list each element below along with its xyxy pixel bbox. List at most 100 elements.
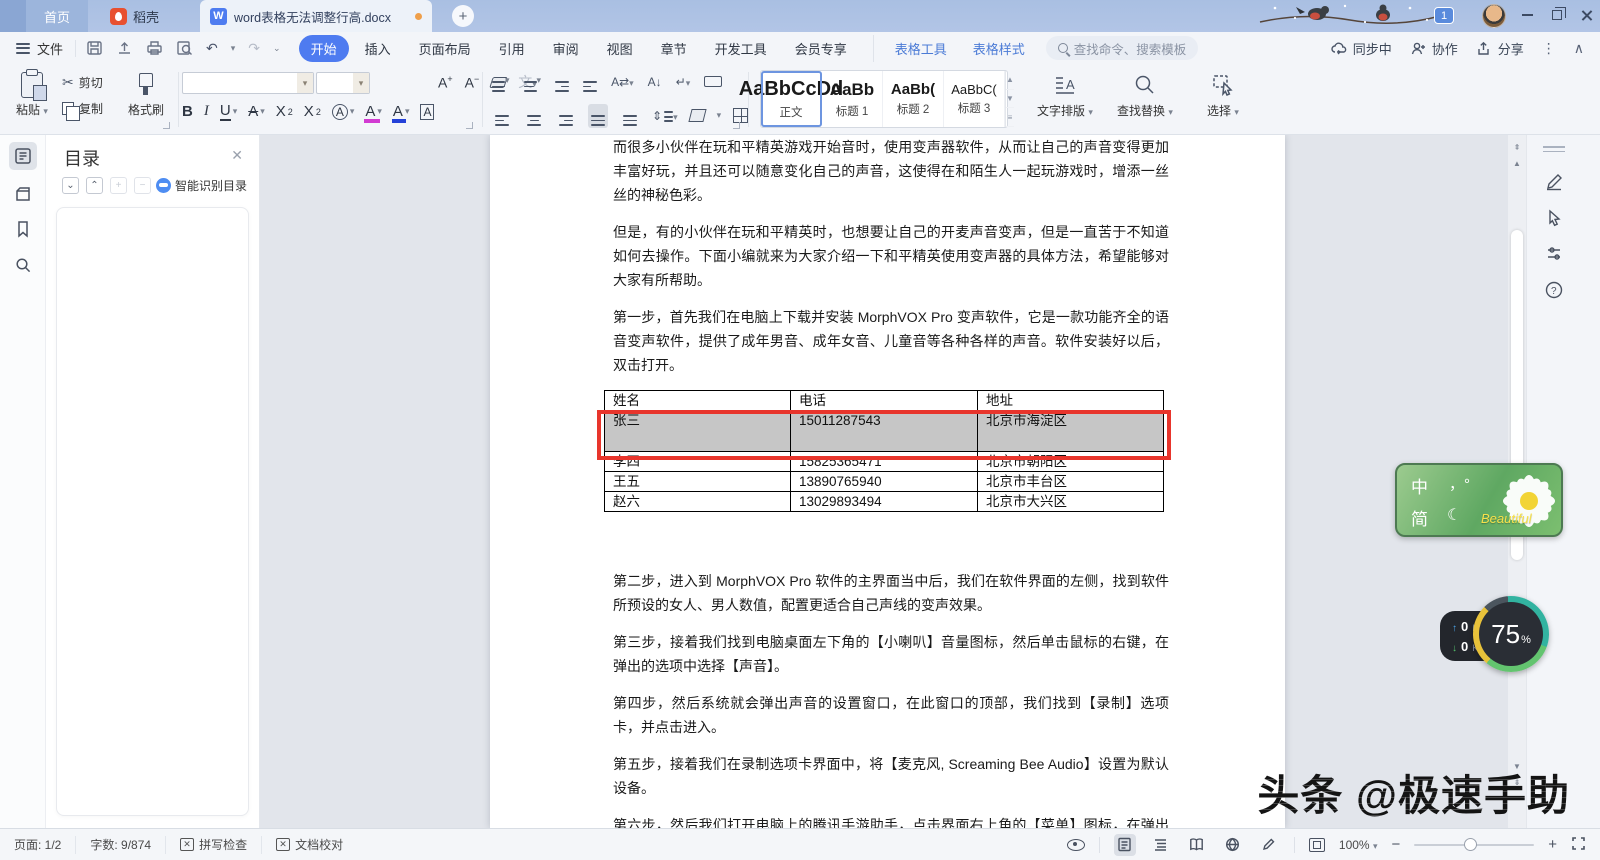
- table-cell[interactable]: 13029893494: [790, 491, 978, 512]
- undo-dropdown[interactable]: ▾: [231, 43, 236, 54]
- redo-button[interactable]: ↷: [248, 40, 260, 57]
- italic-button[interactable]: I: [204, 103, 209, 120]
- toc-close-button[interactable]: ✕: [231, 147, 243, 164]
- doc-paragraph[interactable]: 第四步，然后系统就会弹出声音的设置窗口，在此窗口的顶部，我们找到【录制】选项卡，…: [613, 691, 1169, 739]
- table-header-cell[interactable]: 地址: [977, 390, 1164, 411]
- bookmark-button[interactable]: [9, 215, 37, 243]
- tab-document[interactable]: W word表格无法调整行高.docx: [200, 0, 432, 32]
- tab-docer[interactable]: 稻壳: [110, 0, 159, 32]
- grow-font-button[interactable]: A+: [438, 74, 453, 91]
- ime-charset-mode[interactable]: 简: [1411, 505, 1428, 530]
- bold-button[interactable]: B: [182, 103, 193, 120]
- page-setup-button[interactable]: [704, 76, 723, 88]
- rail-drag-handle[interactable]: [1543, 143, 1565, 155]
- doc-paragraph[interactable]: 第五步，接着我们在录制选项卡界面中，将【麦克风, Screaming Bee A…: [613, 752, 1169, 800]
- export-button[interactable]: [116, 40, 133, 56]
- sort-button[interactable]: A↓: [648, 75, 662, 89]
- style-gallery-scroll[interactable]: ▲ ▼ ≡: [1005, 71, 1014, 128]
- toc-zoomin-button[interactable]: +: [110, 177, 127, 194]
- style-item[interactable]: AaBb 标题 1: [822, 71, 883, 127]
- doc-paragraph[interactable]: 第三步，接着我们找到电脑桌面左下角的【小喇叭】音量图标，然后单击鼠标的右键，在弹…: [613, 630, 1169, 678]
- file-menu-button[interactable]: 文件: [0, 39, 75, 58]
- context-tab[interactable]: 表格样式: [962, 35, 1036, 62]
- asian-layout-button[interactable]: A⇄▾: [611, 75, 634, 89]
- qat-customize-button[interactable]: ⌄: [273, 43, 281, 54]
- font-color-button[interactable]: A ▾: [391, 103, 409, 123]
- highlight-color-button[interactable]: A ▾: [364, 103, 382, 123]
- command-search-box[interactable]: 查找命令、搜索模板: [1045, 36, 1199, 60]
- superscript-button[interactable]: X2: [276, 103, 293, 120]
- bullet-list-button[interactable]: ▾: [492, 72, 510, 92]
- toc-list-empty[interactable]: [56, 207, 249, 816]
- document-area[interactable]: 而很多小伙伴在玩和平精英游戏开始音时，使用变声器软件，从而让自己的声音变得更加丰…: [260, 135, 1508, 828]
- ime-lang-mode[interactable]: 中: [1411, 473, 1428, 498]
- table-cell[interactable]: 赵六: [604, 491, 791, 512]
- show-marks-button[interactable]: ↵▾: [676, 75, 691, 89]
- spell-check-button[interactable]: ✕ 拼写检查: [166, 835, 263, 854]
- copy-button[interactable]: 复制: [62, 100, 103, 121]
- toc-collapse-button[interactable]: ⌃: [86, 177, 103, 194]
- text-layout-button[interactable]: A 文字排版 ▾: [1030, 70, 1100, 119]
- toc-zoomout-button[interactable]: −: [134, 177, 151, 194]
- print-layout-view-button[interactable]: [1113, 833, 1136, 856]
- ribbon-tab[interactable]: 开发工具: [703, 35, 779, 62]
- increase-indent-button[interactable]: [583, 72, 598, 92]
- user-avatar[interactable]: [1482, 4, 1506, 28]
- align-left-button[interactable]: [492, 104, 512, 128]
- proofread-button[interactable]: ✕ 文档校对: [262, 836, 357, 854]
- smart-toc-button[interactable]: 智能识别目录: [155, 177, 247, 194]
- distribute-button[interactable]: [620, 104, 640, 128]
- text-effects-button[interactable]: A ▾: [331, 103, 354, 120]
- read-mode-button[interactable]: [1186, 834, 1208, 856]
- maximize-button[interactable]: [1542, 0, 1572, 30]
- adjust-settings-button[interactable]: [1541, 241, 1567, 267]
- style-item[interactable]: AaBbCcDd 正文: [739, 71, 843, 127]
- font-size-select[interactable]: ▾: [316, 72, 370, 94]
- ribbon-tab[interactable]: 页面布局: [407, 35, 483, 62]
- style-item[interactable]: AaBb( 标题 2: [883, 71, 944, 127]
- notification-badge[interactable]: 1: [1434, 7, 1454, 24]
- prev-page-button[interactable]: ⇞: [1511, 141, 1523, 153]
- fullscreen-button[interactable]: [1571, 836, 1586, 854]
- align-right-button[interactable]: [556, 104, 576, 128]
- print-button[interactable]: [146, 40, 163, 56]
- decrease-indent-button[interactable]: [555, 72, 570, 92]
- justify-button[interactable]: [588, 104, 608, 128]
- table-header-row[interactable]: 姓名 电话 地址: [604, 390, 1164, 411]
- print-preview-button[interactable]: [176, 40, 193, 56]
- zoom-level[interactable]: 100% ▾: [1339, 838, 1378, 852]
- ribbon-tab[interactable]: 开始: [298, 34, 349, 62]
- sync-status[interactable]: 同步中: [1331, 39, 1392, 58]
- doc-paragraph[interactable]: 但是，有的小伙伴在玩和平精英时，也想要让自己的开麦声音变声，但是一直苦于不知道如…: [613, 220, 1169, 292]
- zoom-out-button[interactable]: −: [1391, 836, 1400, 853]
- ink-annotate-button[interactable]: [1541, 169, 1567, 195]
- character-shading-button[interactable]: A: [420, 103, 435, 120]
- table-row[interactable]: 赵六 13029893494 北京市大兴区: [604, 491, 1164, 512]
- minimize-button[interactable]: [1512, 0, 1542, 30]
- line-spacing-button[interactable]: ⇕ ▾: [652, 109, 678, 123]
- outline-view-button[interactable]: [1150, 834, 1172, 856]
- table-cell[interactable]: 北京市丰台区: [977, 471, 1164, 492]
- pointer-mode-button[interactable]: [1541, 205, 1567, 231]
- undo-button[interactable]: ↶: [206, 40, 218, 57]
- tab-home[interactable]: 首页: [26, 0, 88, 32]
- zoom-slider-knob[interactable]: [1464, 837, 1478, 851]
- table-cell[interactable]: 王五: [604, 471, 791, 492]
- help-button[interactable]: ?: [1541, 277, 1567, 303]
- select-button[interactable]: 选择 ▾: [1188, 70, 1258, 119]
- find-replace-button[interactable]: 查找替换 ▾: [1110, 70, 1180, 119]
- moon-icon[interactable]: ☾: [1447, 505, 1461, 525]
- context-tab[interactable]: 表格工具: [884, 35, 958, 62]
- table-cell[interactable]: 13890765940: [790, 471, 978, 492]
- ribbon-tab[interactable]: 插入: [353, 35, 403, 62]
- doc-paragraph[interactable]: 第二步，进入到 MorphVOX Pro 软件的主界面当中后，我们在软件界面的左…: [613, 569, 1169, 617]
- ribbon-tab[interactable]: 章节: [649, 35, 699, 62]
- zoom-slider[interactable]: [1414, 837, 1535, 851]
- zoom-in-button[interactable]: +: [1548, 836, 1557, 853]
- web-layout-button[interactable]: [1222, 834, 1244, 856]
- scroll-up-button[interactable]: ▲: [1511, 157, 1523, 169]
- ribbon-tab[interactable]: 视图: [595, 35, 645, 62]
- task-pane-button[interactable]: [9, 180, 37, 208]
- cut-button[interactable]: ✂ 剪切: [62, 74, 103, 91]
- format-painter-button[interactable]: 格式刷: [122, 70, 170, 118]
